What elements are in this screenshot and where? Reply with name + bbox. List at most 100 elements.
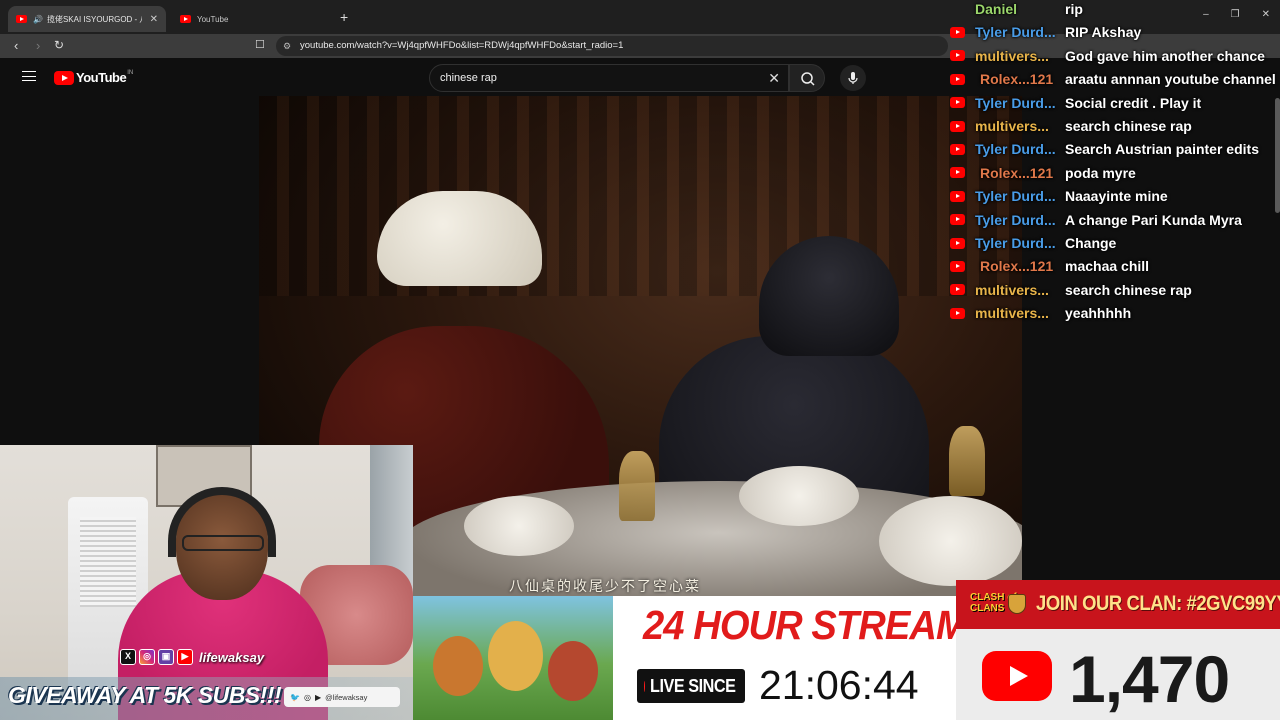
chat-message: Rolex...121 poda myre [950, 162, 1280, 184]
youtube-logo[interactable]: YouTube IN [54, 70, 133, 85]
twitch-icon: ▣ [158, 649, 174, 665]
chat-author: Rolex...121 [980, 164, 1054, 181]
giveaway-text: GIVEAWAY AT 5K SUBS!!! [8, 682, 282, 708]
youtube-chat-icon [950, 284, 965, 296]
clash-character [433, 636, 483, 696]
chat-author: Rolex...121 [980, 71, 1054, 88]
tab-video[interactable]: 🔊 揽佬SKAI ISYOURGOD - 八方 ✕ [8, 6, 166, 32]
chat-message: multivers... search chinese rap [950, 279, 1280, 301]
chat-message: multivers... yeahhhhh [950, 302, 1280, 324]
chat-message: multivers... God gave him another chance [950, 45, 1280, 67]
back-icon[interactable]: ‹ [14, 38, 18, 53]
clash-character [488, 621, 543, 691]
chat-message: Tyler Durd... Change [950, 232, 1280, 254]
shield-icon [1008, 594, 1026, 614]
chat-message: Tyler Durd... RIP Akshay [950, 21, 1280, 43]
youtube-chat-icon [950, 50, 965, 62]
menu-icon[interactable] [22, 71, 36, 81]
chat-author: Daniel [975, 1, 1018, 17]
address-bar[interactable]: ⚙ youtube.com/watch?v=Wj4qpfWHFDo&list=R… [276, 36, 948, 56]
forward-icon[interactable]: › [36, 38, 40, 53]
chat-text: rip [1065, 1, 1083, 17]
live-dot-icon [644, 680, 645, 692]
region-code: IN [127, 69, 134, 76]
youtube-chat-icon [950, 26, 965, 38]
video-plate [739, 466, 859, 526]
youtube-chat-icon [950, 237, 965, 249]
webcam-feed: X ◎ ▣ ▶ lifewaksay GIVEAWAY AT 5K SUBS!!… [0, 445, 413, 720]
chat-author: Tyler Durd... [975, 24, 1056, 41]
youtube-chat-icon [950, 260, 965, 272]
chat-text: machaa chill [1065, 258, 1150, 275]
tab-close-icon[interactable]: ✕ [150, 14, 158, 25]
instagram-icon: ◎ [139, 649, 155, 665]
youtube-chat-icon [950, 214, 965, 226]
chat-text: poda myre [1065, 164, 1136, 181]
search-input[interactable]: chinese rap ✕ [429, 64, 789, 92]
video-plate [879, 496, 1022, 586]
chat-author: Tyler Durd... [975, 211, 1056, 228]
speaker-icon: 🔊 [33, 14, 43, 24]
chat-text: Social credit . Play it [1065, 94, 1202, 111]
chat-author: Tyler Durd... [975, 188, 1056, 205]
youtube-favicon-icon [180, 15, 191, 23]
youtube-chat-icon [950, 143, 965, 155]
site-info-icon[interactable]: ⚙ [283, 36, 291, 56]
live-timer: 21:06:44 [759, 662, 919, 708]
chat-text: Change [1065, 235, 1117, 251]
video-white-cap [377, 191, 542, 286]
tab-title: 揽佬SKAI ISYOURGOD - 八方 [46, 14, 142, 24]
new-tab-button[interactable]: + [340, 9, 348, 25]
social-handle: lifewaksay [199, 649, 265, 665]
youtube-icon: ▶ [314, 692, 322, 702]
chat-text: search chinese rap [1065, 281, 1192, 298]
webcam-glasses [182, 535, 264, 551]
video-subtitle: 八仙桌的收尾少不了空心菜 [509, 578, 701, 594]
handle-pill: 🐦 ◎ ▶ @lifewaksay [284, 687, 400, 707]
chat-message: Tyler Durd... Naaayinte mine [950, 185, 1280, 207]
chat-text: God gave him another chance [1065, 47, 1265, 64]
chat-author: Tyler Durd... [975, 235, 1056, 251]
video-glass [949, 426, 985, 496]
clear-search-icon[interactable]: ✕ [768, 65, 780, 91]
chat-text: Search Austrian painter edits [1065, 141, 1259, 158]
subscriber-counter: 1,470 [956, 629, 1280, 720]
url-text: youtube.com/watch?v=Wj4qpfWHFDo&list=RDW… [300, 40, 624, 51]
chat-message: Rolex...121 machaa chill [950, 255, 1280, 277]
live-chat-overlay: Daniel rip Tyler Durd... RIP Akshay multiver… [950, 0, 1280, 330]
chat-text: A change Pari Kunda Myra [1065, 211, 1242, 228]
youtube-chat-icon [950, 167, 965, 179]
youtube-chat-icon [950, 97, 965, 109]
chat-message: Daniel rip [950, 0, 1280, 20]
reload-icon[interactable]: ↻ [54, 38, 64, 52]
tab-youtube[interactable]: YouTube [172, 6, 322, 32]
chat-author: multivers... [975, 118, 1049, 134]
youtube-play-icon [982, 651, 1052, 701]
youtube-logo-icon [54, 70, 74, 85]
chat-author: Tyler Durd... [975, 94, 1056, 111]
social-links: X ◎ ▣ ▶ lifewaksay [120, 649, 264, 665]
video-glass [619, 451, 655, 521]
chat-author: Tyler Durd... [975, 141, 1056, 158]
chat-message: Tyler Durd... A change Pari Kunda Myra [950, 209, 1280, 231]
chat-text: search chinese rap [1065, 118, 1192, 134]
stream-banner: 24 HOUR STREAM LIVE SINCE 21:06:44 [613, 596, 968, 720]
tab-title: YouTube [197, 14, 229, 24]
twitter-icon: 🐦 [290, 692, 300, 702]
youtube-chat-icon [950, 190, 965, 202]
chat-message: Tyler Durd... Social credit . Play it [950, 92, 1280, 114]
chat-text: yeahhhhh [1065, 305, 1132, 322]
search-button[interactable] [789, 64, 825, 92]
instagram-icon: ◎ [303, 692, 311, 702]
handle-small: @lifewaksay [325, 692, 368, 702]
voice-search-button[interactable] [840, 65, 866, 91]
screen: 🔊 揽佬SKAI ISYOURGOD - 八方 ✕ YouTube + – ❐ … [0, 0, 1280, 720]
video-plate [464, 496, 574, 556]
chat-text: Naaayinte mine [1065, 188, 1168, 205]
bookmark-icon[interactable]: ☐ [255, 38, 265, 51]
giveaway-banner: GIVEAWAY AT 5K SUBS!!! 🐦 ◎ ▶ @lifewaksay [0, 677, 413, 720]
chat-text: araatu annnan youtube channel [1065, 71, 1276, 88]
chat-author: multivers... [975, 281, 1049, 298]
clan-text: JOIN OUR CLAN: #2GVC99YY8 [1036, 592, 1280, 615]
youtube-chat-icon [950, 73, 965, 85]
